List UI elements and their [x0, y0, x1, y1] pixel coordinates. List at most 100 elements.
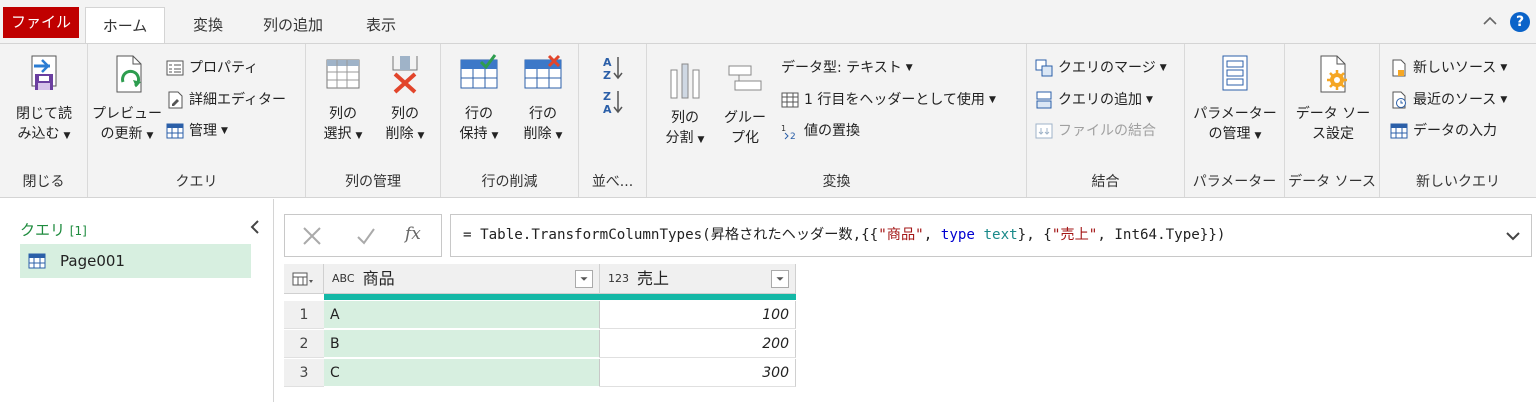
group-by-icon: [728, 65, 762, 91]
chevron-down-icon: ▼: [988, 95, 996, 105]
row-number[interactable]: 1: [284, 301, 324, 329]
collapse-pane-icon[interactable]: [248, 219, 262, 235]
row-number[interactable]: 2: [284, 330, 324, 358]
manage-label: 管理: [189, 123, 217, 139]
group-label-sort: 並べ...: [591, 174, 634, 190]
queries-pane: クエリ [1]: [0, 199, 274, 402]
data-source-settings-label-2: ス設定: [1312, 126, 1354, 142]
tab-transform[interactable]: 変換: [170, 7, 246, 44]
enter-data-label: データの入力: [1413, 123, 1497, 139]
merge-queries-button[interactable]: クエリのマージ ▼: [1035, 56, 1167, 80]
chevron-down-icon: ▼: [63, 131, 71, 141]
group-by-label-2: プ化: [731, 130, 759, 146]
cell-product[interactable]: A: [324, 301, 600, 329]
close-load-label-1: 閉じて読: [16, 106, 72, 122]
group-combine: クエリのマージ ▼ クエリの追加 ▼ ファイルの結合 結合: [1027, 44, 1185, 197]
chevron-down-icon: ▼: [221, 126, 228, 136]
svg-text:Z: Z: [603, 69, 611, 82]
tab-file[interactable]: ファイル: [3, 7, 79, 38]
refresh-preview-button[interactable]: プレビュー の更新 ▼: [92, 52, 162, 146]
table-menu-button[interactable]: [284, 264, 324, 294]
remove-rows-icon: [524, 54, 562, 89]
svg-text:Z: Z: [603, 90, 611, 103]
table-icon: [166, 123, 184, 139]
combine-files-button[interactable]: ファイルの結合: [1035, 119, 1156, 143]
ribbon-tab-strip: ファイル ホーム 変換 列の追加 表示 ?: [0, 0, 1536, 45]
split-column-label-2: 分割: [665, 130, 694, 146]
filter-dropdown-icon[interactable]: [575, 270, 593, 288]
merge-queries-icon: [1035, 59, 1053, 77]
expand-formula-bar-icon[interactable]: [1505, 229, 1521, 243]
data-source-settings-button[interactable]: データ ソー ス設定: [1291, 52, 1375, 144]
group-data-source: データ ソー ス設定 データ ソース: [1285, 44, 1380, 197]
manage-button[interactable]: 管理 ▼: [166, 119, 228, 143]
collapse-ribbon-icon[interactable]: [1482, 13, 1498, 29]
cell-product[interactable]: B: [324, 330, 600, 358]
close-and-load-button[interactable]: 閉じて読 み込む ▼: [6, 52, 82, 146]
cell-product[interactable]: C: [324, 359, 600, 387]
commit-icon[interactable]: [355, 225, 377, 247]
keep-rows-label-1: 行の: [465, 106, 493, 122]
chevron-down-icon: ▼: [491, 131, 499, 141]
column-header-sales[interactable]: 123 売上: [600, 264, 796, 294]
use-first-row-as-headers-button[interactable]: 1 行目をヘッダーとして使用 ▼: [781, 88, 996, 112]
group-label-close: 閉じる: [22, 174, 65, 190]
group-by-label-1: グルー: [724, 110, 766, 126]
append-queries-button[interactable]: クエリの追加 ▼: [1035, 88, 1153, 112]
group-by-button[interactable]: グルー プ化: [719, 62, 771, 148]
column-header-text: 123 売上: [608, 264, 669, 294]
group-label-data-source: データ ソース: [1288, 174, 1376, 190]
chevron-down-icon: ▼: [1146, 95, 1153, 105]
table-menu-icon: [292, 272, 313, 286]
formula-part: , Int64.Type}}): [1097, 227, 1226, 243]
group-label-query: クエリ: [175, 174, 218, 190]
column-quality-bar: [324, 294, 600, 300]
sort-ascending-icon[interactable]: A Z: [601, 54, 625, 82]
remove-rows-button[interactable]: 行の 削除 ▼: [513, 52, 573, 146]
formula-type: text: [983, 227, 1018, 243]
cell-sales[interactable]: 300: [600, 359, 796, 387]
data-type-label: データ型: テキスト: [781, 60, 902, 76]
chevron-down-icon: ▼: [905, 63, 913, 73]
sort-descending-icon[interactable]: Z A: [601, 88, 625, 116]
manage-parameters-button[interactable]: パラメーター の管理 ▼: [1189, 52, 1281, 146]
data-source-settings-icon: [1320, 55, 1347, 93]
data-type-dropdown[interactable]: データ型: テキスト ▼: [781, 56, 913, 80]
filter-dropdown-icon[interactable]: [771, 270, 789, 288]
whole-number-type-icon[interactable]: 123: [608, 264, 629, 294]
split-column-button[interactable]: 列の 分割 ▼: [655, 62, 715, 150]
properties-button[interactable]: プロパティ: [166, 56, 258, 80]
enter-data-button[interactable]: データの入力: [1390, 119, 1497, 143]
row-number[interactable]: 3: [284, 359, 324, 387]
recent-sources-button[interactable]: 最近のソース ▼: [1390, 88, 1507, 112]
formula-part: }, {: [1017, 227, 1052, 243]
insert-function-icon[interactable]: fx: [405, 224, 421, 244]
column-header-product[interactable]: ABC 商品: [324, 264, 600, 294]
text-type-icon[interactable]: ABC: [332, 264, 355, 294]
tab-home[interactable]: ホーム: [85, 7, 165, 45]
choose-columns-icon: [326, 59, 360, 89]
cell-sales[interactable]: 200: [600, 330, 796, 358]
tab-add-column[interactable]: 列の追加: [248, 7, 338, 44]
replace-values-button[interactable]: 12 値の置換: [781, 119, 860, 143]
help-icon[interactable]: ?: [1510, 12, 1530, 32]
remove-rows-label-1: 行の: [529, 106, 557, 122]
new-source-button[interactable]: 新しいソース ▼: [1390, 56, 1507, 80]
enter-data-icon: [1390, 123, 1408, 139]
advanced-editor-button[interactable]: 詳細エディター: [166, 88, 286, 112]
formula-keyword: type: [940, 227, 975, 243]
remove-columns-button[interactable]: 列の 削除 ▼: [376, 52, 434, 146]
group-label-manage-columns: 列の管理: [345, 174, 401, 190]
group-label-reduce-rows: 行の削減: [481, 174, 538, 190]
tab-view[interactable]: 表示: [346, 7, 416, 44]
choose-columns-button[interactable]: 列の 選択 ▼: [314, 52, 372, 146]
keep-rows-button[interactable]: 行の 保持 ▼: [449, 52, 509, 146]
query-item-page001[interactable]: Page001: [20, 244, 251, 278]
queries-count: [1]: [69, 224, 87, 238]
column-name-product: 商品: [362, 269, 395, 288]
cell-sales[interactable]: 100: [600, 301, 796, 329]
group-label-new-query: 新しいクエリ: [1416, 174, 1500, 190]
properties-label: プロパティ: [189, 60, 259, 76]
formula-bar[interactable]: = Table.TransformColumnTypes(昇格されたヘッダー数,…: [450, 214, 1532, 257]
cancel-icon[interactable]: [301, 225, 323, 247]
